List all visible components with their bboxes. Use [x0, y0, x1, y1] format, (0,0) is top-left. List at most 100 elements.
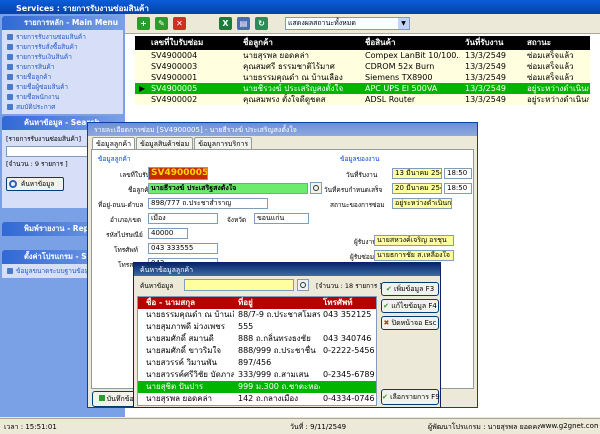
tab-product[interactable]: ข้อมูลสินค้าซ่อม: [136, 137, 194, 149]
lookup-cell-tel: 0-4334-0746: [323, 394, 375, 403]
menu-item-employees[interactable]: รายชื่อพนักงาน: [6, 92, 119, 102]
customer-name-field[interactable]: นายธีรวงฆ์ ประเสริฐสงตั้งใจ: [148, 183, 308, 194]
lookup-search-label: ค้นหาข้อมูล: [140, 282, 174, 290]
add-icon[interactable]: +: [137, 17, 150, 30]
repairer-field[interactable]: นายธการชัย ส.เหลืองใจ: [374, 250, 454, 261]
cell-customer: คุณสมพรง ตั้งใจดีดูชตส: [243, 95, 326, 104]
status-date: วันที่ : 9/11/2549: [290, 423, 347, 431]
cell-date: 13/3/2549: [465, 84, 507, 93]
print-icon[interactable]: ▤: [237, 17, 250, 30]
doc-no-field: SV4900005: [148, 167, 208, 180]
refresh-icon[interactable]: ↻: [255, 17, 268, 30]
customer-group-label: ข้อมูลลูกค้า: [98, 155, 131, 163]
menu-item-products[interactable]: รายการสินค้า: [6, 62, 119, 72]
lookup-cell-name: นายสุรพล ยอดคล่า: [146, 394, 212, 403]
status-filter-select[interactable]: แสดงผลสถานะทั้งหมด ▼: [285, 17, 410, 30]
district-field[interactable]: เมือง: [148, 213, 218, 224]
menu-item-purchase-orders[interactable]: รายการรับสั่งซื้อสินค้า: [6, 42, 119, 52]
lookup-cell-tel: 0-2222-5456: [323, 346, 375, 355]
lookup-count: [จำนวน : 18 รายการ ]: [316, 282, 382, 290]
lookup-header-tel[interactable]: โทรศัพท์: [323, 297, 376, 309]
repair-status-label: สถานะของการซ่อม: [330, 201, 385, 209]
cell-no: SV4900001: [151, 73, 198, 82]
dialog-tabs: ข้อมูลลูกค้า ข้อมูลสินค้าซ่อม ข้อมูลการบ…: [92, 137, 253, 150]
cell-customer: คุณสมศรี ธรรมชาติไร้มาศ: [243, 62, 335, 71]
menu-header-main[interactable]: รายการหลัก - Main Menu: [2, 16, 123, 30]
edit-icon[interactable]: ✎: [155, 17, 168, 30]
table-row[interactable]: SV4900001 นายธรรมคุณดำ ณ บ้านเลือง Sieme…: [135, 72, 590, 83]
lookup-search-input[interactable]: [184, 279, 294, 291]
search-icon: [313, 185, 319, 191]
menu-item-payments[interactable]: รายการรับเงินสินค้า: [6, 52, 119, 62]
lookup-cell-name: นายสวรรค์ วิมานพัน: [146, 358, 217, 367]
lookup-cell-name: นายสมศักดิ์ สมานดี: [146, 334, 214, 343]
list-item[interactable]: นายสมศักดิ์ ขาวริมใจ 888/999 ถ.ประชาชื่น…: [138, 345, 376, 357]
table-row-selected[interactable]: ▶ SV4900005 นายชีรวงฆ์ ประเสริญสงตั้งใจ …: [135, 83, 590, 94]
search-button[interactable]: ค้นหาข้อมูล: [6, 177, 64, 191]
window-title: Services : รายการรับงานซ่อมสินค้า: [0, 0, 600, 14]
list-item[interactable]: นายสวรรค์ศรีวิชัย บัดภาลสุข 333/999 ถ.สา…: [138, 369, 376, 381]
table-row[interactable]: SV4900004 นายสุรพล ยอดคล่า Compex LanBit…: [135, 50, 590, 61]
table-row[interactable]: SV4900003 คุณสมศรี ธรรมชาติไร้มาศ CDROM …: [135, 61, 590, 72]
table-row[interactable]: SV4900002 คุณสมพรง ตั้งใจดีดูชตส ADSL Ro…: [135, 94, 590, 105]
select-customer-button[interactable]: ✔ เลือกรายการ F9: [381, 389, 440, 405]
menu-item-customers[interactable]: รายชื่อลูกค้า: [6, 72, 119, 82]
due-time-field[interactable]: 18:50: [444, 183, 472, 194]
edit-customer-button[interactable]: ✔ แก้ไขข้อมูล F4: [381, 299, 439, 313]
close-lookup-label: ปิดหน้าจอ Esc: [391, 319, 437, 327]
menu-item-about[interactable]: สมบัติประกาศ: [6, 102, 119, 112]
recv-time-field[interactable]: 18:50: [444, 168, 472, 179]
cell-no: SV4900003: [151, 62, 198, 71]
menu-item-technicians[interactable]: รายชื่อผู้ซ่อมสินค้า: [6, 82, 119, 92]
list-item[interactable]: นายสุรพล ยอดคล่า 142 ถ.กลางเมือง 0-4334-…: [138, 393, 376, 405]
lookup-cell-name: นายสุชิต ปันปาร: [146, 382, 204, 391]
tab-service[interactable]: ข้อมูลการบริการ: [194, 137, 253, 149]
search-icon: [300, 282, 306, 288]
chevron-down-icon[interactable]: ▼: [398, 18, 409, 29]
lookup-header-name[interactable]: ชื่อ - นามสกุล: [146, 297, 231, 309]
list-item-selected[interactable]: นายสุชิต ปันปาร 999 ม.300 ถ.ชาตะหอง: [138, 381, 376, 393]
grid-header-product[interactable]: ชื่อสินค้า: [365, 36, 460, 50]
lookup-search-button[interactable]: [297, 279, 309, 291]
lookup-header-addr[interactable]: ที่อยู่: [238, 297, 318, 309]
phone-field[interactable]: 043 333555: [148, 243, 218, 254]
row-pointer-icon: ▶: [139, 84, 146, 93]
add-customer-label: เพิ่มข้อมูล F3: [393, 285, 435, 293]
list-item[interactable]: นายสวรรค์ วิมานพัน 897/456: [138, 357, 376, 369]
lookup-cell-addr: 142 ถ.กลางเมือง: [238, 394, 299, 403]
menu-item-service-orders[interactable]: รายการรับงานซ่อมสินค้า: [6, 32, 119, 42]
receiver-field[interactable]: นายสหวงค์เจริญ อรชุน: [374, 235, 454, 246]
close-lookup-button[interactable]: ✖ ปิดหน้าจอ Esc: [381, 316, 439, 330]
grid-header-customer[interactable]: ชื่อลูกค้า: [243, 36, 361, 50]
lookup-cell-addr: 88/7-9 ถ.ประชาสโมสร: [238, 310, 320, 319]
excel-icon[interactable]: X: [219, 17, 232, 30]
customer-search-button[interactable]: [310, 182, 322, 194]
lookup-title: ค้นหาข้อมูลลูกค้า: [134, 263, 440, 276]
phone-label: โทรศัพท์: [114, 246, 138, 254]
province-field[interactable]: ขอนแก่น: [254, 213, 309, 224]
district-label: อำเภอ/เขต: [110, 216, 142, 224]
list-item[interactable]: นายสมศักดิ์ สมานดี 888 ถ.กลิ่นทรงธงชัย 0…: [138, 333, 376, 345]
address-field[interactable]: 898/777 ถ.ประชาสำราญ: [148, 198, 268, 209]
due-date-field[interactable]: 20 มีนาคม 2549: [392, 183, 442, 194]
lookup-cell-addr: 888/999 ถ.ประชาชื่น: [238, 346, 316, 355]
cell-product: CDROM 52x Burn: [365, 62, 435, 71]
due-date-label: วันที่ครบกำหนดเสร็จ: [324, 186, 383, 194]
grid-header-status[interactable]: สถานะ: [527, 36, 589, 50]
delete-icon[interactable]: ✕: [173, 17, 186, 30]
repair-status-field[interactable]: อยู่ระหว่างดำเนินการ: [392, 198, 452, 209]
zip-label: รหัสไปรษณีย์: [106, 231, 143, 239]
list-item[interactable]: นายธรรมคุณดำ ณ บ้านเลือง 88/7-9 ถ.ประชาส…: [138, 309, 376, 321]
cell-status: ซ่อมเสร็จแล้ว: [527, 51, 574, 60]
customer-lookup-dialog: ค้นหาข้อมูลลูกค้า ค้นหาข้อมูล [จำนวน : 1…: [133, 262, 441, 408]
grid-header-date[interactable]: วันที่รับงาน: [465, 36, 525, 50]
grid-header-no[interactable]: เลขที่ใบรับซ่อม: [151, 36, 239, 50]
recv-date-field[interactable]: 13 มีนาคม 2549: [392, 168, 442, 179]
list-item[interactable]: นายสุมภาพดี ม่วงเพชร 555: [138, 321, 376, 333]
cell-status: ซ่อมเสร็จแล้ว: [527, 73, 574, 82]
add-customer-button[interactable]: ✔ เพิ่มข้อมูล F3: [381, 282, 439, 296]
lookup-cell-name: นายธรรมคุณดำ ณ บ้านเลือง: [146, 310, 234, 319]
cell-product: Siemens TX8900: [365, 73, 433, 82]
repairer-label: ผู้รับซ่อม: [350, 253, 375, 261]
zip-field[interactable]: 40000: [148, 228, 188, 239]
